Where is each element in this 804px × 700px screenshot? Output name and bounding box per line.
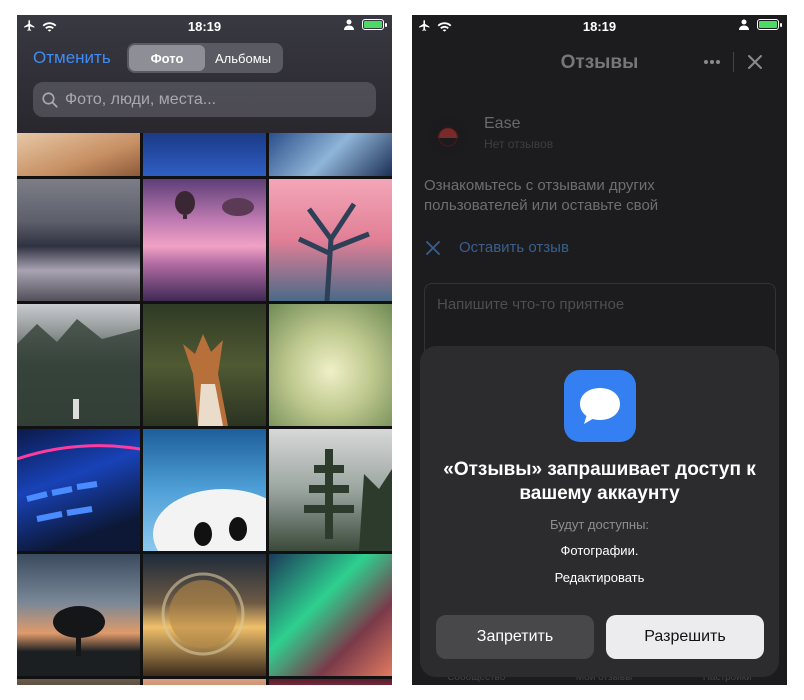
description: Ознакомьтесь с отзывами других пользоват… <box>424 177 659 214</box>
close-icon <box>748 55 762 69</box>
cross-icon <box>426 240 440 255</box>
person-icon <box>739 19 749 30</box>
permission-item: Фотографии. <box>560 543 639 558</box>
chat-bubble-icon <box>580 388 620 424</box>
battery-icon <box>757 19 782 30</box>
person-icon <box>344 19 354 30</box>
app-reviews-count: Нет отзывов <box>484 137 554 151</box>
photo-tile[interactable] <box>17 304 140 426</box>
segmented-control: Фото Альбомы <box>127 43 283 73</box>
cancel-button[interactable]: Отменить <box>33 48 111 68</box>
photo-tile[interactable] <box>269 304 392 426</box>
photo-tile[interactable] <box>269 679 392 685</box>
tab-photos[interactable]: Фото <box>129 45 205 71</box>
permission-sheet: «Отзывы» запрашивает доступ к вашему акк… <box>420 346 779 677</box>
photo-tile[interactable] <box>143 304 266 426</box>
photo-tile[interactable] <box>269 554 392 676</box>
leave-review-row[interactable]: Оставить отзыв <box>426 239 569 256</box>
sheet-subtitle: Будут доступны: <box>549 517 650 532</box>
photo-tile[interactable] <box>17 679 140 685</box>
photo-tile[interactable] <box>17 429 140 551</box>
header-controls <box>691 47 777 77</box>
photo-tile[interactable] <box>17 179 140 301</box>
leave-review-label: Оставить отзыв <box>459 239 569 256</box>
allow-button[interactable]: Разрешить <box>606 615 764 659</box>
app-name: Ease <box>484 115 521 132</box>
app-icon <box>564 370 636 442</box>
status-bar: 18:19 <box>17 15 392 39</box>
photo-tile[interactable] <box>143 554 266 676</box>
photo-tile[interactable] <box>269 133 392 176</box>
search-input[interactable] <box>65 90 365 109</box>
reviews-screen: 18:19 Отзывы Ease Нет отзывов Ознакомьте… <box>412 15 787 685</box>
photo-tile[interactable] <box>143 179 266 301</box>
more-button[interactable] <box>691 47 733 77</box>
close-button[interactable] <box>734 47 776 77</box>
search-icon <box>42 91 58 108</box>
photo-picker-screen: 18:19 Отменить Фото Альбомы <box>17 15 392 685</box>
battery-icon <box>362 19 387 30</box>
app-header: Отзывы <box>412 39 787 89</box>
status-bar: 18:19 <box>412 15 787 39</box>
status-time: 18:19 <box>582 19 617 34</box>
photo-tile[interactable] <box>143 429 266 551</box>
sunset-logo-icon <box>438 127 458 147</box>
photo-tile[interactable] <box>269 179 392 301</box>
photo-tile[interactable] <box>17 133 140 176</box>
photo-tile[interactable] <box>269 429 392 551</box>
photo-tile[interactable] <box>143 679 266 685</box>
search-bar[interactable] <box>33 82 376 117</box>
photo-tile[interactable] <box>17 554 140 676</box>
app-avatar <box>428 116 468 156</box>
status-time: 18:19 <box>187 19 222 34</box>
tab-albums[interactable]: Альбомы <box>205 45 281 71</box>
photo-tile[interactable] <box>143 133 266 176</box>
deny-button[interactable]: Запретить <box>436 615 594 659</box>
more-icon <box>704 60 720 64</box>
sheet-title: «Отзывы» запрашивает доступ к вашему акк… <box>443 459 756 504</box>
edit-permissions-link[interactable]: Редактировать <box>420 570 779 585</box>
